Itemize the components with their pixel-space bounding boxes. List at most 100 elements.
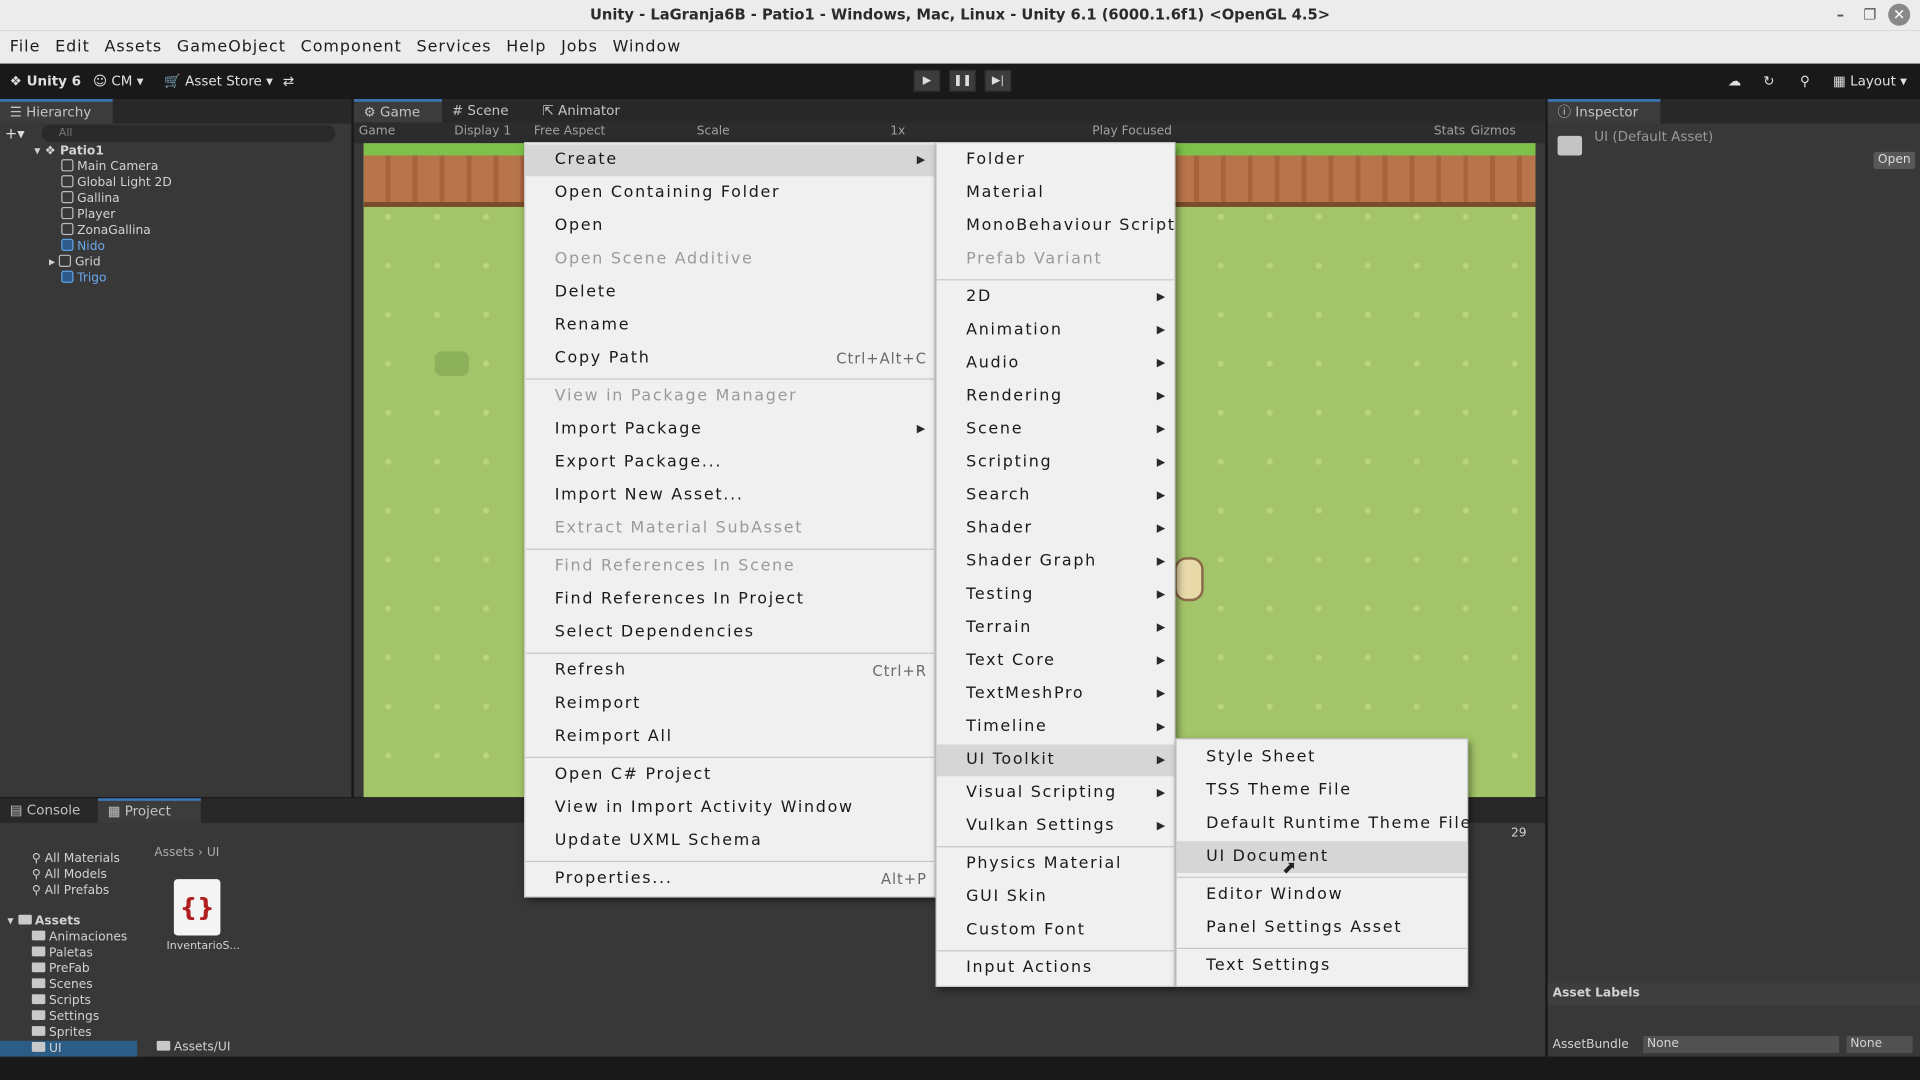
hidden-count[interactable]: 29 (1511, 825, 1527, 841)
display-dropdown[interactable]: Display 1 (454, 125, 511, 138)
hierarchy-item[interactable]: Main Camera (61, 159, 158, 175)
create-scripting[interactable]: Scripting ▶ (937, 447, 1175, 479)
uitk-tss-theme-file[interactable]: TSS Theme File (1177, 775, 1467, 807)
tab-hierarchy[interactable]: ☰ Hierarchy (0, 99, 113, 124)
create-visual-scripting[interactable]: Visual Scripting ▶ (937, 778, 1175, 810)
pause-button[interactable]: ❚❚ (948, 69, 976, 92)
hierarchy-item[interactable]: ZonaGallina (61, 222, 151, 239)
folder-item[interactable]: Settings (31, 1009, 99, 1025)
uitk-text-settings[interactable]: Text Settings (1177, 950, 1467, 982)
uitk-style-sheet[interactable]: Style Sheet (1177, 742, 1467, 774)
menu-item-properties[interactable]: Properties... Alt+P (525, 863, 934, 895)
create-shader[interactable]: Shader ▶ (937, 513, 1175, 545)
cloud-icon[interactable]: ☁ (1728, 71, 1741, 92)
menu-services[interactable]: Services (409, 38, 499, 56)
hierarchy-item[interactable]: Global Light 2D (61, 175, 172, 191)
folder-item[interactable]: Scripts (31, 993, 91, 1009)
file-name[interactable]: InventarioS... (167, 939, 240, 955)
open-button[interactable]: Open (1873, 151, 1916, 169)
menu-item-refresh[interactable]: Refresh Ctrl+R (525, 655, 934, 687)
menu-item-export-package[interactable]: Export Package... (525, 447, 934, 479)
folder-item[interactable]: Scenes (31, 977, 93, 993)
menu-assets[interactable]: Assets (97, 38, 169, 56)
folder-item[interactable]: Paletas (31, 945, 93, 961)
menu-component[interactable]: Component (293, 38, 409, 56)
create-textmeshpro[interactable]: TextMeshPro ▶ (937, 678, 1175, 710)
tab-game[interactable]: ⚙ Game (353, 99, 443, 124)
create-testing[interactable]: Testing ▶ (937, 579, 1175, 611)
create-input-actions[interactable]: Input Actions (937, 953, 1175, 985)
assets-root[interactable]: ▾ Assets (7, 913, 80, 929)
folder-item[interactable]: Animaciones (31, 929, 127, 945)
tab-scene[interactable]: # Scene (442, 99, 533, 123)
menu-item-import-package[interactable]: Import Package ▶ (525, 414, 934, 446)
create-search[interactable]: Search ▶ (937, 480, 1175, 512)
create-scene[interactable]: Scene ▶ (937, 414, 1175, 446)
search-icon[interactable]: ⚲ (1800, 71, 1810, 92)
account-button[interactable]: ☺ CM ▾ (93, 71, 143, 92)
menu-item-open-csharp-project[interactable]: Open C# Project (525, 759, 934, 791)
create-animation[interactable]: Animation ▶ (937, 315, 1175, 347)
create-2d[interactable]: 2D ▶ (937, 282, 1175, 314)
play-button[interactable]: ▶ (913, 69, 941, 92)
close-icon[interactable]: ✕ (1888, 3, 1911, 26)
menu-gameobject[interactable]: GameObject (170, 38, 294, 56)
favorite-item[interactable]: ⚲ All Materials (32, 851, 120, 867)
create-timeline[interactable]: Timeline ▶ (937, 711, 1175, 743)
menu-edit[interactable]: Edit (48, 38, 97, 56)
uxml-file-icon[interactable]: {} (173, 879, 221, 936)
add-icon[interactable]: +▾ (5, 125, 34, 142)
create-folder[interactable]: Folder (937, 144, 1175, 176)
hierarchy-item[interactable]: Nido (61, 238, 105, 255)
tab-console[interactable]: ▤ Console (0, 798, 98, 822)
aspect-dropdown[interactable]: Free Aspect (534, 125, 605, 138)
breadcrumb-ui[interactable]: UI (207, 846, 220, 859)
maximize-icon[interactable]: ❐ (1859, 4, 1881, 26)
scene-root[interactable]: ▾ ❖ Patio1 (34, 143, 104, 159)
game-mode-dropdown[interactable]: Game (359, 125, 395, 138)
tab-project[interactable]: ▦ Project (97, 798, 201, 823)
menu-item-import-new-asset[interactable]: Import New Asset... (525, 480, 934, 512)
menu-jobs[interactable]: Jobs (554, 38, 605, 56)
menu-item-create[interactable]: Create ▶ (525, 144, 935, 177)
unity-version-button[interactable]: ❖ Unity 6 (10, 71, 81, 92)
menu-item-open[interactable]: Open (525, 211, 934, 243)
hierarchy-search-input[interactable]: All (41, 124, 336, 143)
create-terrain[interactable]: Terrain ▶ (937, 612, 1175, 644)
create-physics-material[interactable]: Physics Material (937, 849, 1175, 881)
assetbundle-dropdown[interactable]: None (1643, 1035, 1840, 1054)
hierarchy-item[interactable]: ▸ Grid (49, 254, 101, 271)
menu-item-open-containing-folder[interactable]: Open Containing Folder (525, 178, 934, 210)
favorite-item[interactable]: ⚲ All Prefabs (32, 883, 109, 899)
hierarchy-item[interactable]: Player (61, 206, 115, 223)
tab-animator[interactable]: ⇱ Animator (533, 99, 631, 123)
assetbundle-variant-dropdown[interactable]: None (1846, 1035, 1913, 1054)
uitk-default-runtime-theme[interactable]: Default Runtime Theme File (1177, 808, 1470, 840)
play-focused-dropdown[interactable]: Play Focused (1092, 125, 1172, 138)
stats-button[interactable]: Stats (1434, 125, 1465, 138)
gizmos-button[interactable]: Gizmos (1471, 125, 1516, 138)
uitk-panel-settings[interactable]: Panel Settings Asset (1177, 912, 1467, 944)
step-button[interactable]: ▶| (984, 69, 1012, 92)
asset-store-button[interactable]: 🛒 Asset Store ▾ (164, 71, 273, 92)
menu-item-select-dependencies[interactable]: Select Dependencies (525, 617, 934, 649)
menu-item-delete[interactable]: Delete (525, 277, 934, 309)
history-icon[interactable]: ↻ (1763, 71, 1774, 92)
create-monobehaviour-script[interactable]: MonoBehaviour Script (937, 211, 1175, 243)
menu-file[interactable]: File (2, 38, 47, 56)
menu-item-view-import-activity[interactable]: View in Import Activity Window (525, 792, 934, 824)
minimize-icon[interactable]: – (1829, 4, 1851, 26)
version-control-icon[interactable]: ⇄ (283, 71, 294, 92)
create-shader-graph[interactable]: Shader Graph ▶ (937, 546, 1175, 578)
folder-item-selected[interactable]: UI (0, 1040, 138, 1057)
create-material[interactable]: Material (937, 178, 1175, 210)
folder-item[interactable]: Sprites (31, 1025, 92, 1041)
menu-help[interactable]: Help (499, 38, 554, 56)
menu-item-update-uxml-schema[interactable]: Update UXML Schema (525, 825, 934, 857)
breadcrumb-assets[interactable]: Assets (154, 846, 194, 859)
menu-item-find-references-in-project[interactable]: Find References In Project (525, 584, 934, 616)
tab-inspector[interactable]: ⓘ Inspector (1547, 99, 1661, 124)
create-text-core[interactable]: Text Core ▶ (937, 645, 1175, 677)
menu-item-rename[interactable]: Rename (525, 310, 934, 342)
create-gui-skin[interactable]: GUI Skin (937, 882, 1175, 914)
